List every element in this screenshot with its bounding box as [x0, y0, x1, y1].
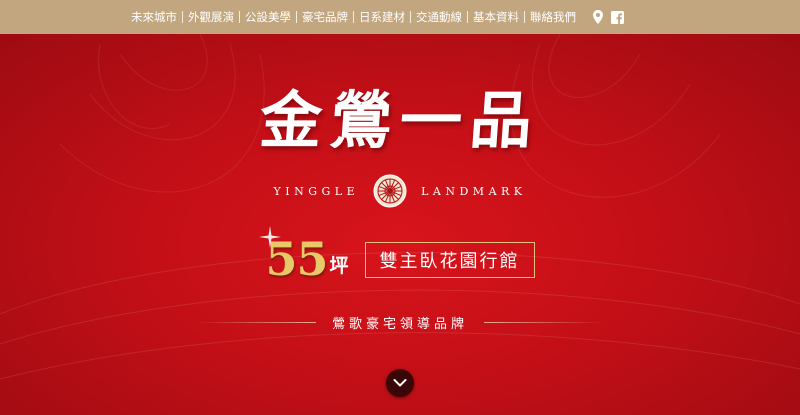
nav-item-materials[interactable]: 日系建材	[354, 0, 410, 34]
unit-size-label: 坪	[329, 255, 349, 277]
chevron-down-icon	[393, 379, 407, 387]
nav-item-brand[interactable]: 豪宅品牌	[297, 0, 353, 34]
brand-logo-chinese: 金鶯一品	[257, 84, 543, 157]
nav-item-transport[interactable]: 交通動線	[411, 0, 467, 34]
nav-icons	[593, 10, 624, 24]
tagline-divider-right	[484, 322, 604, 323]
tagline-divider-left	[195, 322, 316, 323]
nav-divider	[353, 11, 354, 23]
facebook-icon[interactable]	[611, 10, 624, 24]
lotus-emblem-icon	[373, 174, 407, 208]
hero-banner: 金鶯一品 YINGGLE LANDMARK 55 坪 雙主臥花園行館 鶯歌豪宅領…	[0, 34, 800, 415]
nav-divider	[239, 11, 240, 23]
nav-divider	[467, 11, 468, 23]
nav-divider	[296, 11, 297, 23]
brand-logo-english: YINGGLE LANDMARK	[0, 174, 800, 208]
sparkle-icon	[259, 226, 282, 248]
page: 未來城市 外觀展演 公設美學 豪宅品牌 日系建材 交通動線 基本資料 聯絡我們	[0, 0, 800, 415]
unit-size: 55 坪	[259, 226, 349, 282]
map-pin-icon[interactable]	[593, 10, 603, 24]
logo-word-left: YINGGLE	[273, 184, 360, 198]
nav-item-contact[interactable]: 聯絡我們	[525, 0, 581, 34]
tagline: 鶯歌豪宅領導品牌	[0, 313, 800, 332]
promo-headline: 55 坪 雙主臥花園行館	[0, 226, 800, 282]
nav-item-exterior[interactable]: 外觀展演	[183, 0, 239, 34]
nav-item-amenities[interactable]: 公設美學	[240, 0, 296, 34]
logo-word-right: LANDMARK	[421, 184, 527, 198]
nav-divider	[524, 11, 525, 23]
scroll-down-button[interactable]	[386, 369, 414, 397]
nav-divider	[182, 11, 183, 23]
top-nav-bar: 未來城市 外觀展演 公設美學 豪宅品牌 日系建材 交通動線 基本資料 聯絡我們	[0, 0, 800, 34]
main-nav: 未來城市 外觀展演 公設美學 豪宅品牌 日系建材 交通動線 基本資料 聯絡我們	[126, 0, 581, 34]
nav-item-info[interactable]: 基本資料	[468, 0, 524, 34]
tagline-text: 鶯歌豪宅領導品牌	[331, 317, 468, 332]
nav-item-future-city[interactable]: 未來城市	[126, 0, 182, 34]
feature-label: 雙主臥花園行館	[364, 242, 535, 278]
nav-divider	[410, 11, 411, 23]
